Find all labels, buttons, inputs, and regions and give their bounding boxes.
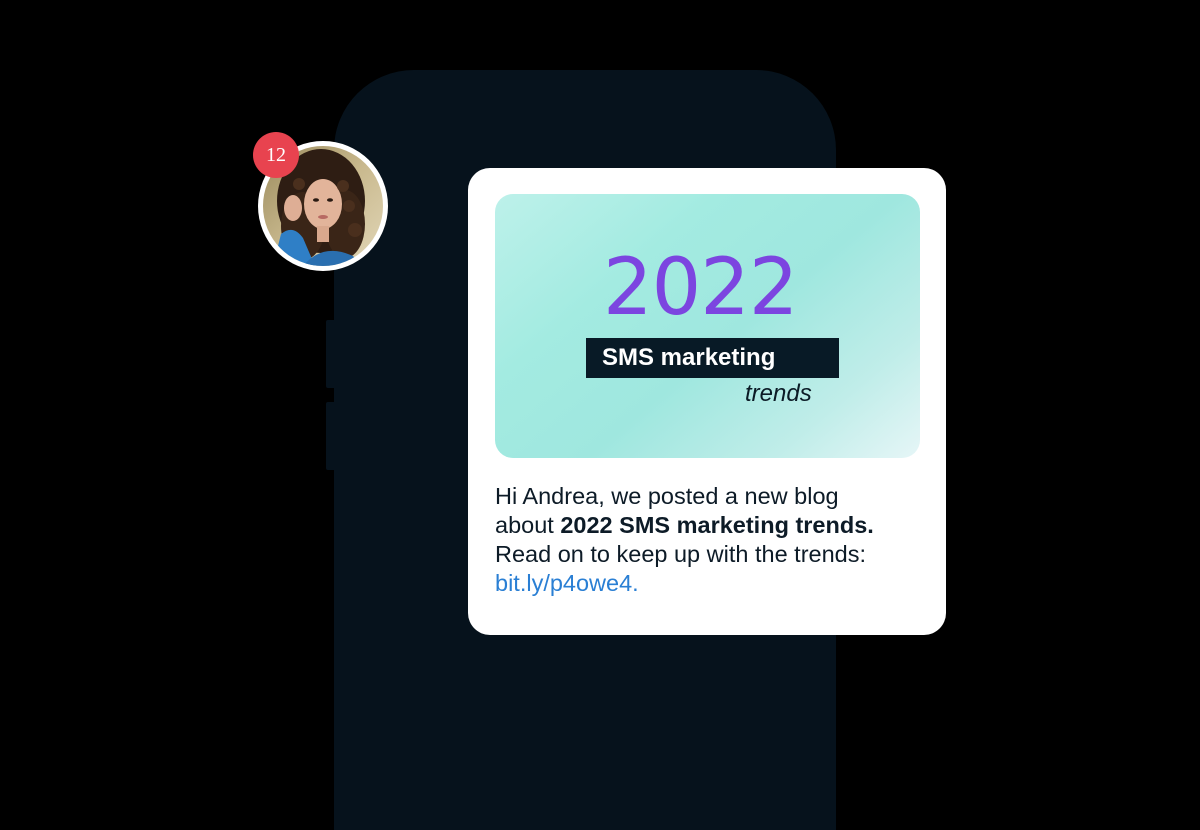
banner-headline-bar: SMS marketing — [586, 338, 839, 378]
message-link[interactable]: bit.ly/p4owe4. — [495, 569, 925, 598]
banner-subline: trends — [745, 380, 812, 407]
message-line-3: Read on to keep up with the trends: — [495, 541, 867, 567]
blog-banner-image[interactable]: 2022 SMS marketing trends — [495, 194, 920, 458]
notification-count-badge: 12 — [253, 132, 299, 178]
phone-side-button-upper — [326, 320, 336, 388]
message-body: Hi Andrea, we posted a new blog about 20… — [495, 482, 925, 598]
message-line-2-prefix: about — [495, 512, 561, 538]
message-line-2-bold: 2022 SMS marketing trends. — [560, 512, 874, 538]
message-line-2: about 2022 SMS marketing trends. — [495, 511, 925, 540]
message-line-1: Hi Andrea, we posted a new blog — [495, 483, 839, 509]
banner-year: 2022 — [603, 243, 799, 333]
banner-headline: SMS marketing — [602, 344, 776, 371]
sms-message-card[interactable]: 2022 SMS marketing trends Hi Andrea, we … — [468, 168, 946, 635]
phone-side-button-lower — [326, 402, 336, 470]
